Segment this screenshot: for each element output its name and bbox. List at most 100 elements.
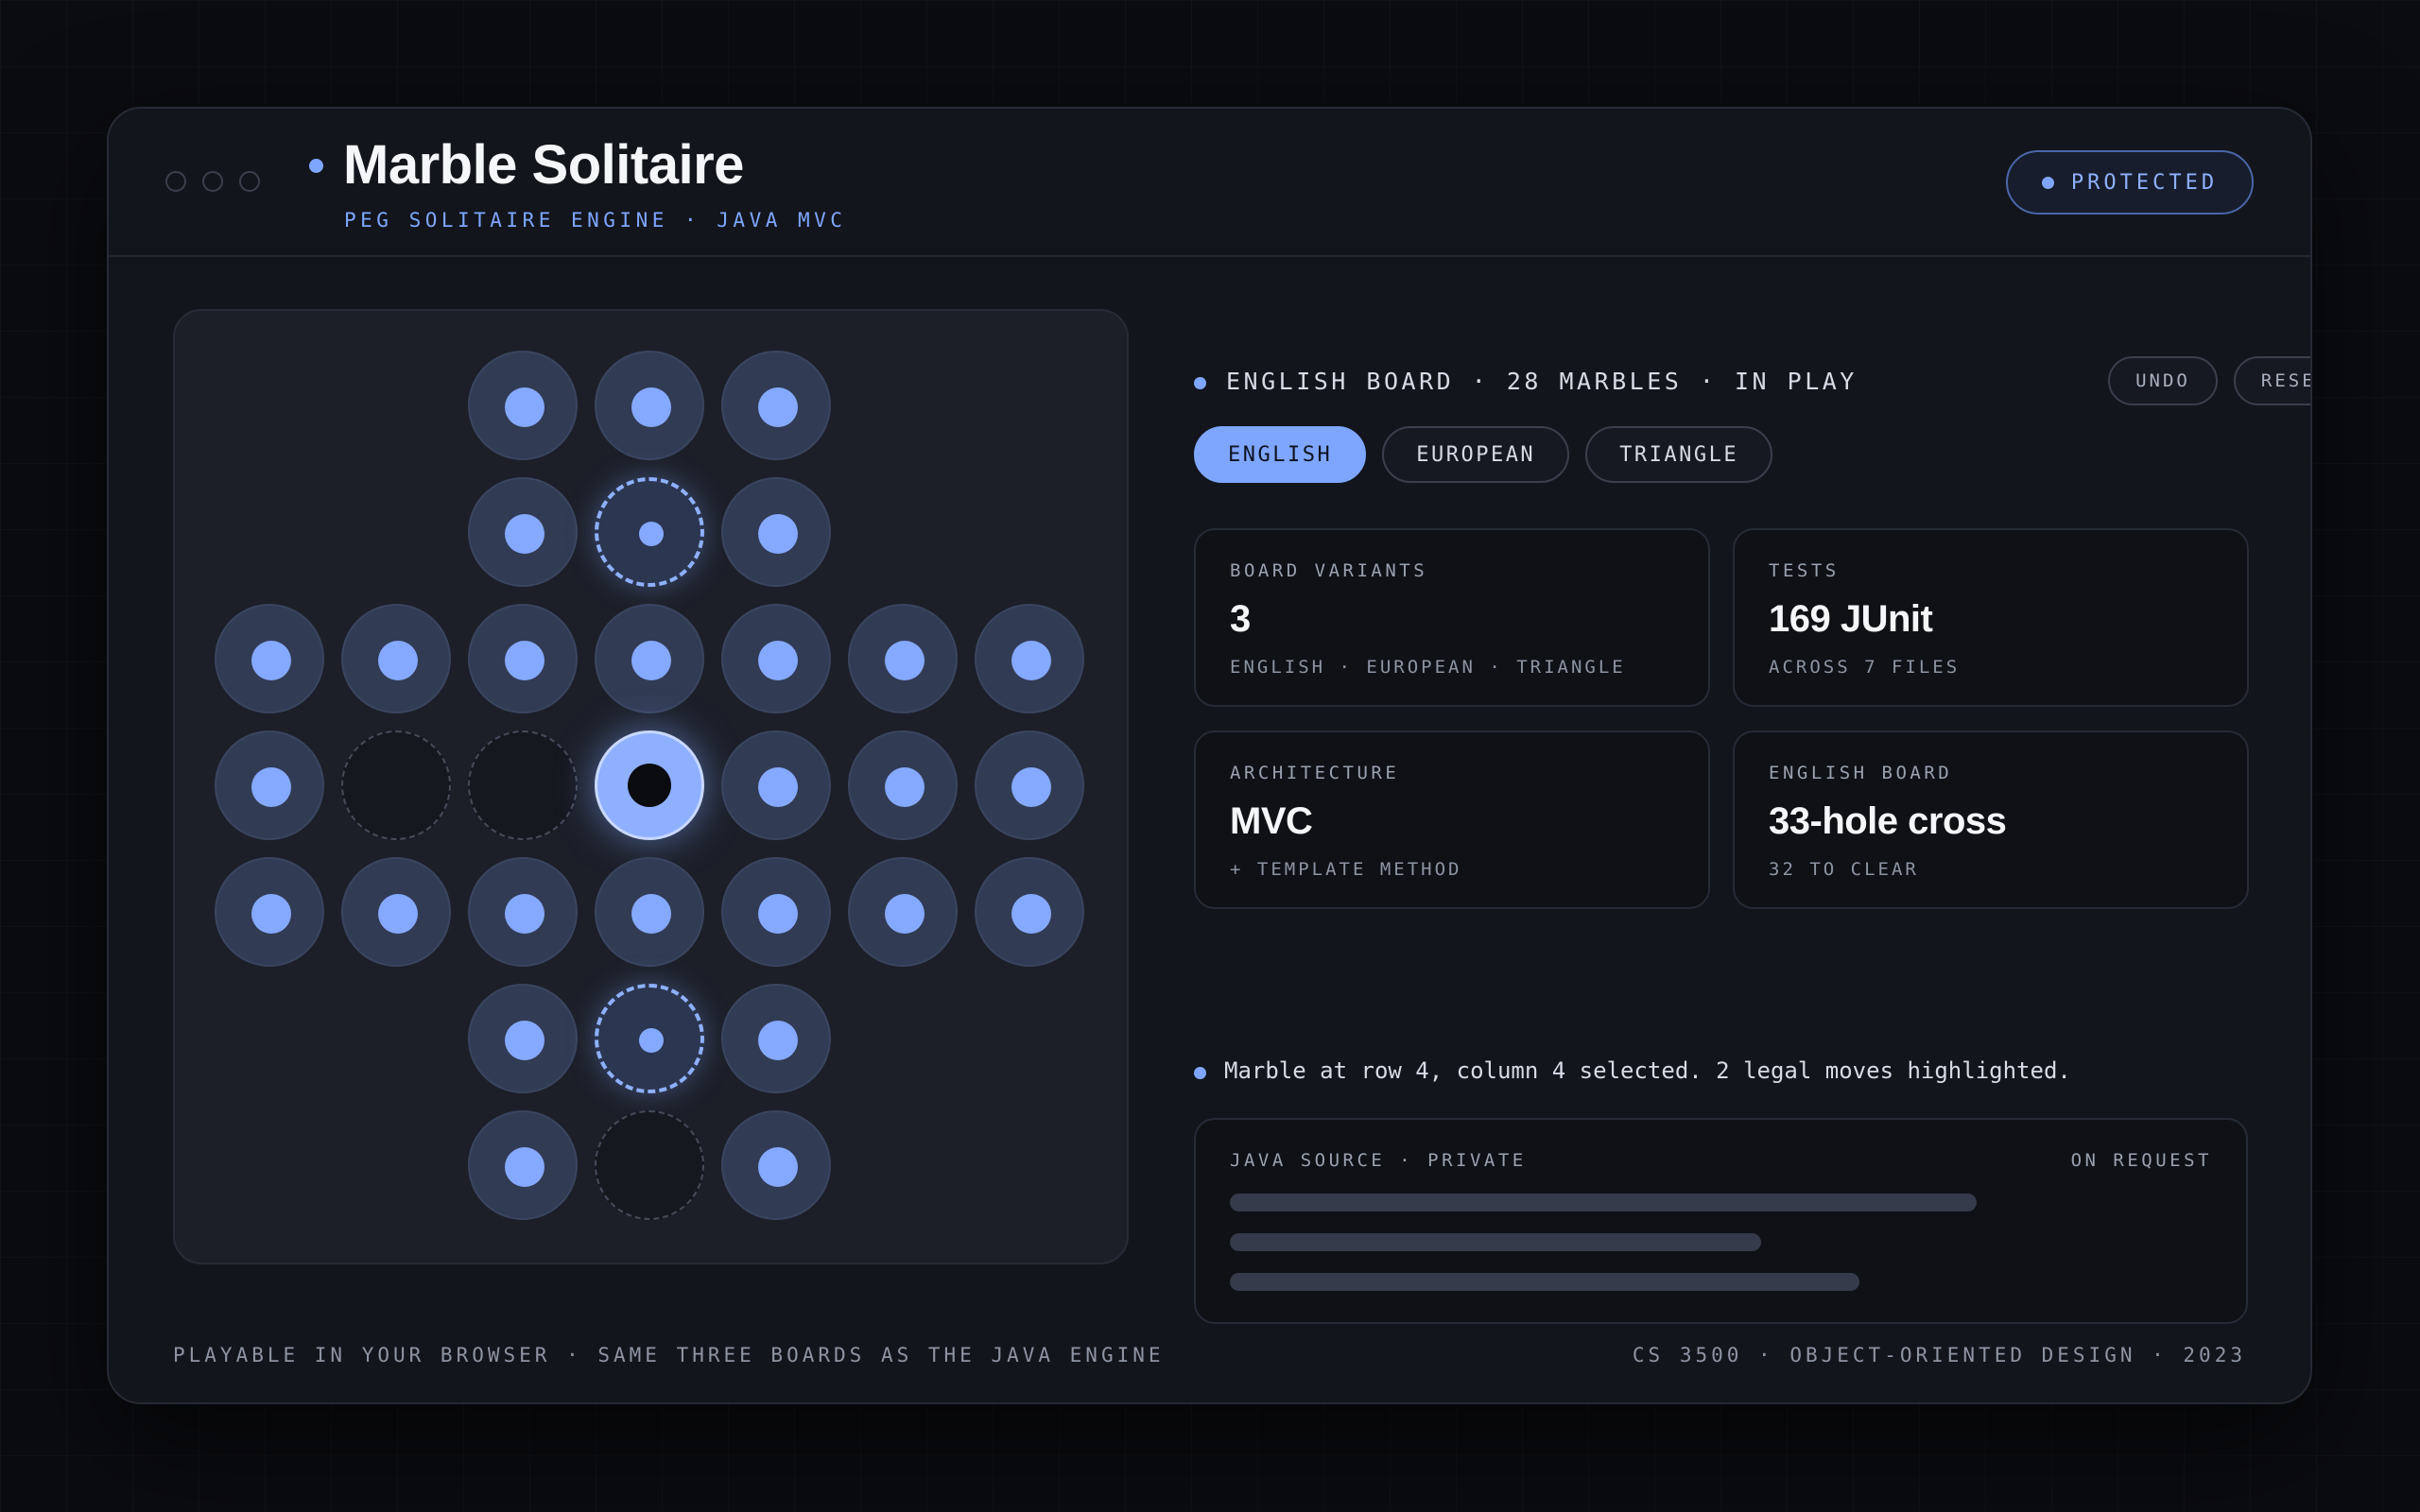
marble[interactable] <box>848 730 958 840</box>
marble[interactable] <box>215 604 324 713</box>
marble-core <box>505 1147 544 1187</box>
marble[interactable] <box>468 857 578 967</box>
marble-core <box>505 641 544 680</box>
marble[interactable] <box>721 604 831 713</box>
marble-core <box>1011 894 1051 934</box>
stat-card-value: 33-hole cross <box>1769 800 2007 842</box>
empty-hole[interactable] <box>468 730 578 840</box>
marble[interactable] <box>975 857 1084 967</box>
empty-hole[interactable] <box>341 730 451 840</box>
reset-button[interactable]: RESET <box>2234 356 2310 405</box>
legal-move-target[interactable] <box>595 477 704 587</box>
marble-core <box>505 387 544 427</box>
variant-tabs: ENGLISH EUROPEAN TRIANGLE <box>1194 426 1773 483</box>
marble-core <box>1011 641 1051 680</box>
marble-core <box>251 894 291 934</box>
legal-move-target[interactable] <box>595 984 704 1093</box>
marble[interactable] <box>721 1110 831 1220</box>
window-close-dot[interactable] <box>165 171 186 192</box>
game-board <box>173 309 1129 1264</box>
redacted-code-line <box>1230 1273 1859 1291</box>
stat-card-sub: ACROSS 7 FILES <box>1769 657 1961 678</box>
marble[interactable] <box>595 351 704 460</box>
tab-triangle[interactable]: TRIANGLE <box>1585 426 1773 483</box>
marble[interactable] <box>595 604 704 713</box>
source-panel: JAVA SOURCE · PRIVATE ON REQUEST <box>1194 1118 2248 1324</box>
footer-left-text: PLAYABLE IN YOUR BROWSER · SAME THREE BO… <box>173 1344 1165 1366</box>
marble-core <box>505 1021 544 1060</box>
marble-core <box>631 387 671 427</box>
app-window: Marble Solitaire PEG SOLITAIRE ENGINE · … <box>107 107 2312 1404</box>
badge-dot-icon <box>2041 176 2054 189</box>
marble-core <box>378 894 418 934</box>
marble[interactable] <box>215 857 324 967</box>
message-dot-icon <box>1194 1067 1206 1079</box>
selected-marble[interactable] <box>595 730 704 840</box>
stat-card-sub: 32 TO CLEAR <box>1769 859 1919 880</box>
window-controls <box>165 171 260 192</box>
tab-english[interactable]: ENGLISH <box>1194 426 1367 483</box>
protected-badge: PROTECTED <box>2006 150 2254 215</box>
stat-card-key: ENGLISH BOARD <box>1769 763 1953 783</box>
marble-core <box>631 641 671 680</box>
marble-core <box>1011 767 1051 807</box>
badge-label: PROTECTED <box>2070 170 2219 195</box>
marble-core <box>885 894 925 934</box>
marble[interactable] <box>848 604 958 713</box>
marble[interactable] <box>975 730 1084 840</box>
marble[interactable] <box>721 984 831 1093</box>
empty-hole[interactable] <box>595 1110 704 1220</box>
window-maximize-dot[interactable] <box>239 171 260 192</box>
marble-core <box>758 894 798 934</box>
marble-core <box>639 1028 664 1053</box>
marble[interactable] <box>468 604 578 713</box>
marble[interactable] <box>721 730 831 840</box>
marble[interactable] <box>341 857 451 967</box>
stat-card-architecture: ARCHITECTURE MVC + TEMPLATE METHOD <box>1194 730 1710 909</box>
marble[interactable] <box>215 730 324 840</box>
stat-card-key: ARCHITECTURE <box>1230 763 1400 783</box>
marble[interactable] <box>848 857 958 967</box>
title-status-dot <box>309 159 323 173</box>
marble-core <box>885 767 925 807</box>
stat-card-value: MVC <box>1230 800 1313 842</box>
redacted-code-line <box>1230 1194 1977 1211</box>
marble-core <box>758 1147 798 1187</box>
marble[interactable] <box>341 604 451 713</box>
source-request-label[interactable]: ON REQUEST <box>2071 1150 2212 1171</box>
marble-core <box>758 387 798 427</box>
stat-card-english-board: ENGLISH BOARD 33-hole cross 32 TO CLEAR <box>1733 730 2249 909</box>
stat-card-tests: TESTS 169 JUnit ACROSS 7 FILES <box>1733 528 2249 707</box>
stat-card-key: TESTS <box>1769 560 1840 581</box>
marble-core <box>758 767 798 807</box>
stat-card-value: 169 JUnit <box>1769 598 1933 640</box>
marble-core <box>631 894 671 934</box>
source-label: JAVA SOURCE · PRIVATE <box>1230 1150 1527 1171</box>
marble[interactable] <box>721 477 831 587</box>
undo-button[interactable]: UNDO <box>2108 356 2218 405</box>
marble[interactable] <box>468 1110 578 1220</box>
marble-core <box>758 1021 798 1060</box>
marble[interactable] <box>468 351 578 460</box>
app-subtitle: PEG SOLITAIRE ENGINE · JAVA MVC <box>344 209 847 232</box>
stat-card-sub: ENGLISH · EUROPEAN · TRIANGLE <box>1230 657 1626 678</box>
marble[interactable] <box>595 857 704 967</box>
marble[interactable] <box>468 477 578 587</box>
game-status-text: ENGLISH BOARD · 28 MARBLES · IN PLAY <box>1226 368 1858 395</box>
marble[interactable] <box>721 351 831 460</box>
marble[interactable] <box>975 604 1084 713</box>
redacted-code-line <box>1230 1233 1761 1251</box>
marble-core <box>505 894 544 934</box>
marble-core <box>251 641 291 680</box>
stat-card-value: 3 <box>1230 598 1251 640</box>
marble-core <box>505 514 544 554</box>
marble-core <box>378 641 418 680</box>
stat-card-key: BOARD VARIANTS <box>1230 560 1428 581</box>
window-minimize-dot[interactable] <box>202 171 223 192</box>
marble-core <box>758 514 798 554</box>
marble-core <box>628 764 671 807</box>
marble[interactable] <box>721 857 831 967</box>
stat-card-board-variants: BOARD VARIANTS 3 ENGLISH · EUROPEAN · TR… <box>1194 528 1710 707</box>
tab-european[interactable]: EUROPEAN <box>1382 426 1570 483</box>
marble[interactable] <box>468 984 578 1093</box>
